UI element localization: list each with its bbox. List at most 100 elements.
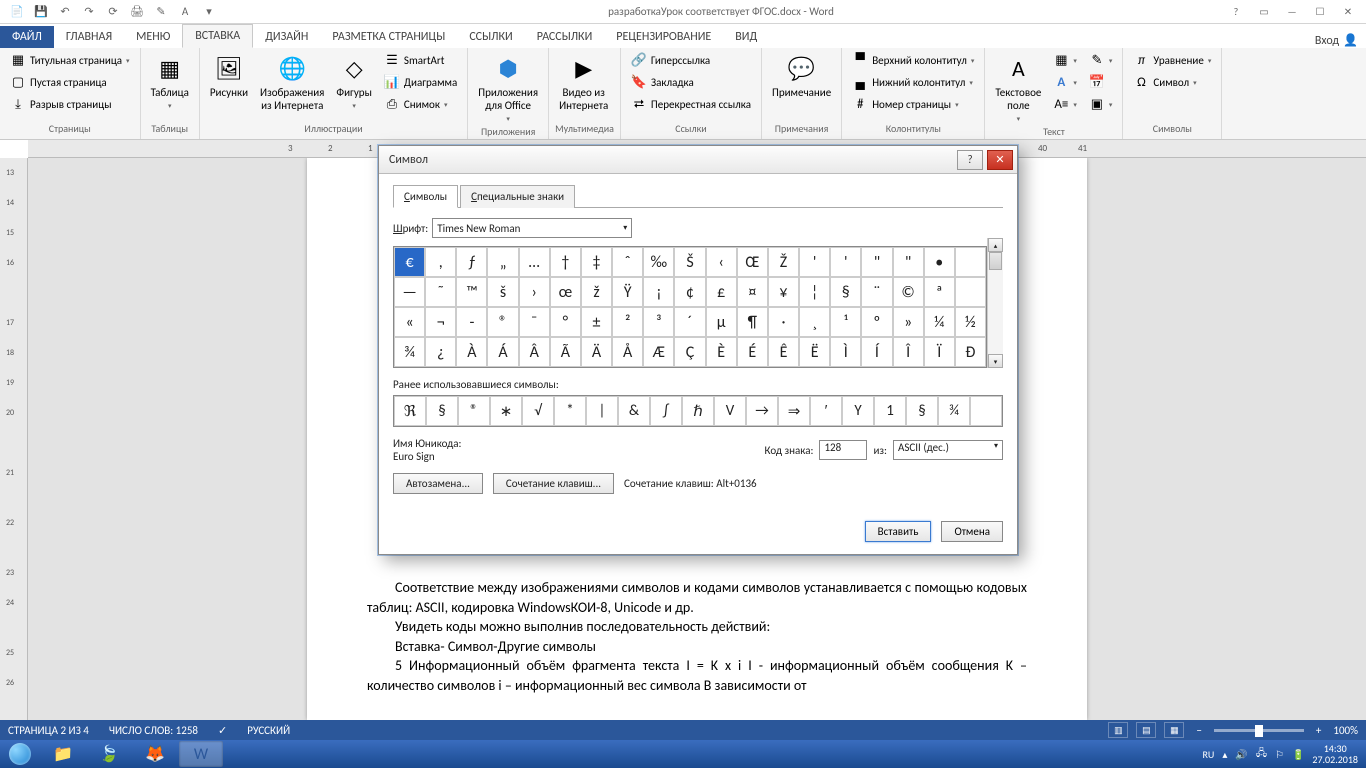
symbol-cell[interactable]: ¿ bbox=[425, 337, 456, 367]
symbol-cell[interactable]: Ç bbox=[674, 337, 705, 367]
pagenum-button[interactable]: #Номер страницы▾ bbox=[848, 94, 978, 114]
volume-icon[interactable]: 🔊 bbox=[1235, 748, 1247, 761]
qat-dropdown-icon[interactable]: ▾ bbox=[198, 2, 220, 22]
ruler-vertical[interactable]: 13 14 15 16 17 18 19 20 21 22 23 24 25 2… bbox=[0, 158, 28, 720]
symbol-cell[interactable]: ½ bbox=[955, 307, 986, 337]
symbol-cell[interactable] bbox=[955, 277, 986, 307]
symbol-cell[interactable]: ¾ bbox=[394, 337, 425, 367]
symbol-cell[interactable]: È bbox=[706, 337, 737, 367]
symbol-cell[interactable]: ' bbox=[830, 247, 861, 277]
symbol-cell[interactable]: Œ bbox=[737, 247, 768, 277]
symbol-cell[interactable]: ¹ bbox=[830, 307, 861, 337]
chart-button[interactable]: 📊Диаграмма bbox=[380, 72, 461, 92]
symbol-cell[interactable]: „ bbox=[487, 247, 518, 277]
recent-symbol-cell[interactable]: ℏ bbox=[682, 396, 714, 426]
recent-symbol-cell[interactable]: ∫ bbox=[650, 396, 682, 426]
taskbar-firefox[interactable]: 🦊 bbox=[133, 741, 177, 767]
minimize-icon[interactable]: — bbox=[1278, 2, 1306, 22]
symbol-cell[interactable]: š bbox=[487, 277, 518, 307]
symbol-cell[interactable]: ' bbox=[799, 247, 830, 277]
tab-special-chars[interactable]: Специальные знаки bbox=[460, 185, 575, 208]
font-color-icon[interactable]: A bbox=[174, 2, 196, 22]
symbol-cell[interactable]: ´ bbox=[674, 307, 705, 337]
tab-references[interactable]: ССЫЛКИ bbox=[457, 26, 524, 48]
qat-icon[interactable]: ⟳ bbox=[102, 2, 124, 22]
recent-symbol-cell[interactable]: √ bbox=[522, 396, 554, 426]
redo-icon[interactable]: ↷ bbox=[78, 2, 100, 22]
font-combo[interactable]: Times New Roman ▾ bbox=[432, 218, 632, 238]
scroll-track[interactable] bbox=[988, 252, 1003, 354]
recent-symbol-cell[interactable]: | bbox=[586, 396, 618, 426]
symbol-cell[interactable]: © bbox=[893, 277, 924, 307]
recent-symbol-cell[interactable]: Υ bbox=[842, 396, 874, 426]
signin-icon[interactable]: 👤 bbox=[1343, 33, 1358, 48]
symbol-cell[interactable]: º bbox=[861, 307, 892, 337]
symbol-cell[interactable]: £ bbox=[706, 277, 737, 307]
video-button[interactable]: ▶Видео из Интернета bbox=[555, 50, 612, 114]
symbol-cell[interactable]: Å bbox=[612, 337, 643, 367]
autocorrect-button[interactable]: Автозамена... bbox=[393, 473, 483, 494]
symbol-cell[interactable]: ¼ bbox=[924, 307, 955, 337]
symbol-cell[interactable]: ¡ bbox=[643, 277, 674, 307]
symbol-cell[interactable]: , bbox=[425, 247, 456, 277]
tray-lang[interactable]: RU bbox=[1202, 748, 1214, 761]
hyperlink-button[interactable]: 🔗Гиперссылка bbox=[627, 50, 755, 70]
symbol-cell[interactable]: Æ bbox=[643, 337, 674, 367]
symbol-scrollbar[interactable]: ▴ ▾ bbox=[987, 238, 1003, 368]
qat-icon[interactable]: ✎ bbox=[150, 2, 172, 22]
symbol-cell[interactable]: ¥ bbox=[768, 277, 799, 307]
symbol-cell[interactable]: Ê bbox=[768, 337, 799, 367]
symbol-cell[interactable]: ¸ bbox=[799, 307, 830, 337]
symbol-cell[interactable]: · bbox=[768, 307, 799, 337]
screenshot-button[interactable]: ⎙Снимок▾ bbox=[380, 94, 461, 114]
recent-symbol-cell[interactable]: § bbox=[906, 396, 938, 426]
footer-button[interactable]: ▄Нижний колонтитул▾ bbox=[848, 72, 978, 92]
symbol-cell[interactable]: ¦ bbox=[799, 277, 830, 307]
symbol-cell[interactable]: ² bbox=[612, 307, 643, 337]
taskbar-app[interactable]: 🍃 bbox=[87, 741, 131, 767]
crossref-button[interactable]: ⮂Перекрестная ссылка bbox=[627, 94, 755, 114]
symbol-cell[interactable]: Ï bbox=[924, 337, 955, 367]
help-icon[interactable]: ? bbox=[1222, 2, 1250, 22]
symbol-cell[interactable]: ± bbox=[581, 307, 612, 337]
from-combo[interactable]: ASCII (дес.)▾ bbox=[893, 440, 1003, 460]
symbol-cell[interactable]: ƒ bbox=[456, 247, 487, 277]
symbol-cell[interactable]: À bbox=[456, 337, 487, 367]
symbol-cell[interactable]: ˆ bbox=[612, 247, 643, 277]
symbol-cell[interactable]: ¢ bbox=[674, 277, 705, 307]
recent-symbol-cell[interactable]: → bbox=[746, 396, 778, 426]
symbol-button[interactable]: ΩСимвол▾ bbox=[1129, 72, 1215, 92]
tab-review[interactable]: РЕЦЕНЗИРОВАНИЕ bbox=[604, 26, 723, 48]
tab-symbols[interactable]: Символы bbox=[393, 185, 458, 208]
print-icon[interactable]: 🖨 bbox=[126, 2, 148, 22]
object-button[interactable]: ▣▾ bbox=[1085, 94, 1117, 114]
symbol-cell[interactable]: ¬ bbox=[425, 307, 456, 337]
symbol-cell[interactable]: Š bbox=[674, 247, 705, 277]
symbol-cell[interactable]: ª bbox=[924, 277, 955, 307]
symbol-cell[interactable]: ¶ bbox=[737, 307, 768, 337]
symbol-cell[interactable]: … bbox=[519, 247, 550, 277]
cover-page-button[interactable]: ▦Титульная страница▾ bbox=[6, 50, 134, 70]
symbol-cell[interactable]: Í bbox=[861, 337, 892, 367]
wordart-button[interactable]: A▾ bbox=[1049, 72, 1081, 92]
power-icon[interactable]: 🔋 bbox=[1292, 748, 1304, 761]
symbol-cell[interactable]: Â bbox=[519, 337, 550, 367]
zoom-slider[interactable] bbox=[1214, 729, 1304, 732]
dialog-help-button[interactable]: ? bbox=[957, 150, 983, 170]
recent-symbol-cell[interactable]: * bbox=[554, 396, 586, 426]
insert-button[interactable]: Вставить bbox=[865, 521, 932, 542]
recent-symbol-cell[interactable]: ∗ bbox=[490, 396, 522, 426]
symbol-cell[interactable]: • bbox=[924, 247, 955, 277]
view-print-icon[interactable]: ▤ bbox=[1136, 722, 1156, 738]
symbol-cell[interactable]: - bbox=[456, 307, 487, 337]
symbol-cell[interactable]: ® bbox=[487, 307, 518, 337]
header-button[interactable]: ▀Верхний колонтитул▾ bbox=[848, 50, 978, 70]
scroll-up-icon[interactable]: ▴ bbox=[988, 238, 1003, 252]
symbol-cell[interactable]: Ð bbox=[955, 337, 986, 367]
equation-button[interactable]: πУравнение▾ bbox=[1129, 50, 1215, 70]
zoom-thumb[interactable] bbox=[1255, 725, 1263, 737]
status-words[interactable]: ЧИСЛО СЛОВ: 1258 bbox=[109, 724, 198, 737]
recent-symbol-cell[interactable]: ® bbox=[458, 396, 490, 426]
symbol-cell[interactable]: ° bbox=[550, 307, 581, 337]
taskbar-explorer[interactable]: 📁 bbox=[41, 741, 85, 767]
